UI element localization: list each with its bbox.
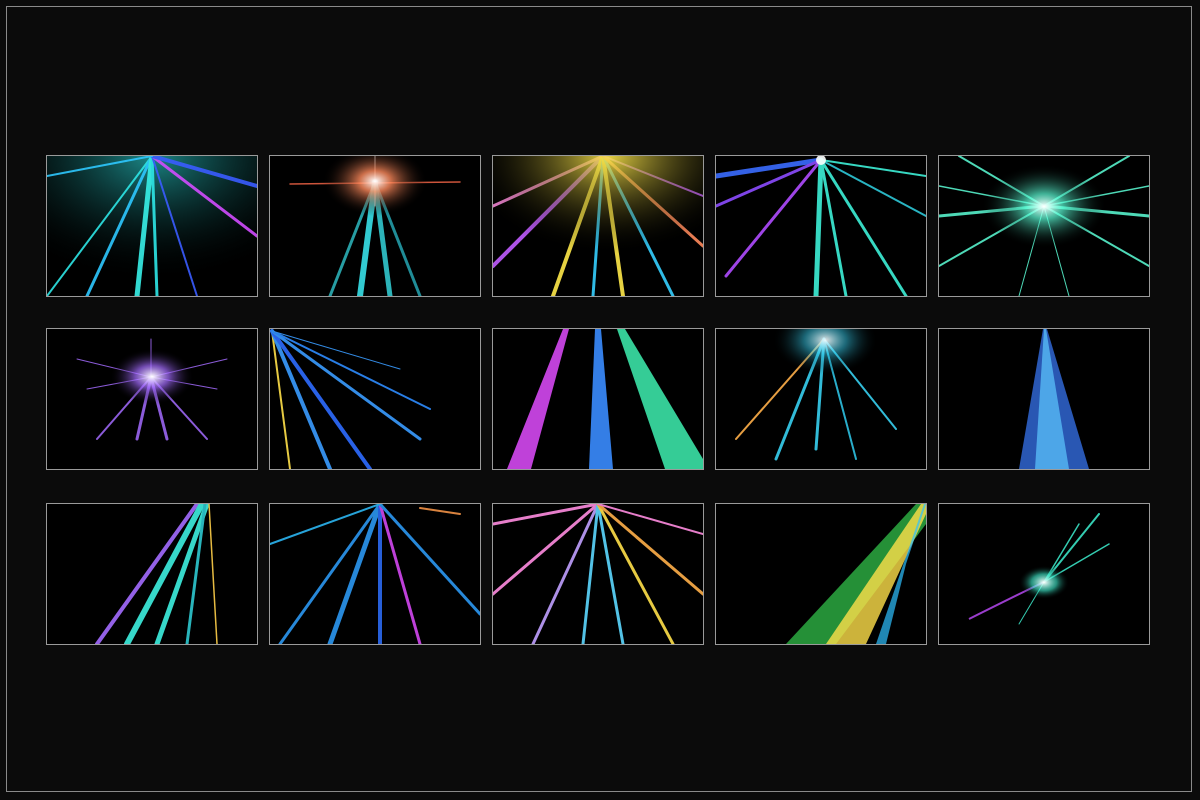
thumbnail-light-burst-2[interactable] [269, 155, 481, 297]
thumbnail-light-rays-4[interactable] [715, 155, 927, 297]
light-streak-image-14 [716, 504, 926, 644]
light-beams-image-8 [493, 329, 703, 469]
thumbnail-light-rays-13[interactable] [492, 503, 704, 645]
thumbnail-light-beams-8[interactable] [492, 328, 704, 470]
light-burst-image-2 [270, 156, 480, 296]
gallery-canvas [0, 0, 1200, 800]
thumbnail-light-streak-14[interactable] [715, 503, 927, 645]
thumbnail-light-beam-10[interactable] [938, 328, 1150, 470]
light-streaks-image-11 [47, 504, 257, 644]
thumbnail-light-rays-12[interactable] [269, 503, 481, 645]
thumbnail-grid [46, 155, 1154, 645]
thumbnail-star-burst-6[interactable] [46, 328, 258, 470]
light-beam-image-10 [939, 329, 1149, 469]
thumbnail-light-streaks-11[interactable] [46, 503, 258, 645]
thumbnail-light-rays-1[interactable] [46, 155, 258, 297]
light-burst-image-5 [939, 156, 1149, 296]
lens-flare-image-15 [939, 504, 1149, 644]
light-rays-image-4 [716, 156, 926, 296]
thumbnail-light-rays-7[interactable] [269, 328, 481, 470]
light-rays-image-12 [270, 504, 480, 644]
thumbnail-light-burst-5[interactable] [938, 155, 1150, 297]
thumbnail-lens-flare-15[interactable] [938, 503, 1150, 645]
light-rays-image-13 [493, 504, 703, 644]
thumbnail-light-rays-9[interactable] [715, 328, 927, 470]
light-rays-image-7 [270, 329, 480, 469]
star-burst-image-6 [47, 329, 257, 469]
light-rays-image-9 [716, 329, 926, 469]
thumbnail-light-rays-3[interactable] [492, 155, 704, 297]
light-rays-image-1 [47, 156, 257, 296]
light-rays-image-3 [493, 156, 703, 296]
